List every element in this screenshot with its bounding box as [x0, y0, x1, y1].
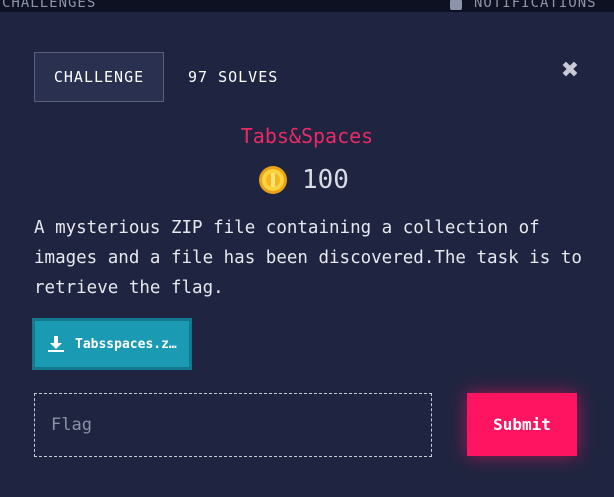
challenge-title: Tabs&Spaces: [240, 124, 374, 148]
challenge-description: A mysterious ZIP file containing a colle…: [34, 218, 582, 298]
nav-notifications-label: NOTIFICATIONS: [474, 0, 597, 11]
bell-icon: [450, 0, 462, 10]
challenge-modal: CHALLENGE 97 SOLVES ✖ Tabs&Spaces 100 A …: [0, 12, 614, 497]
coin-icon: [259, 166, 287, 194]
tab-challenge[interactable]: CHALLENGE: [34, 52, 164, 102]
nav-challenges-link[interactable]: CHALLENGES: [2, 0, 96, 11]
tab-solves[interactable]: 97 SOLVES: [188, 68, 278, 86]
flag-input[interactable]: [34, 393, 432, 457]
nav-notifications[interactable]: NOTIFICATIONS: [450, 0, 597, 11]
points-value: 100: [302, 165, 349, 195]
challenge-points: 100: [258, 165, 349, 195]
top-nav-bar: CHALLENGES NOTIFICATIONS: [0, 0, 614, 12]
download-file-label: Tabsspaces.zip: [75, 336, 183, 352]
submit-button[interactable]: Submit: [467, 393, 577, 456]
close-icon[interactable]: ✖: [558, 60, 582, 84]
download-icon: [48, 336, 64, 352]
download-file-button[interactable]: Tabsspaces.zip: [32, 318, 192, 370]
